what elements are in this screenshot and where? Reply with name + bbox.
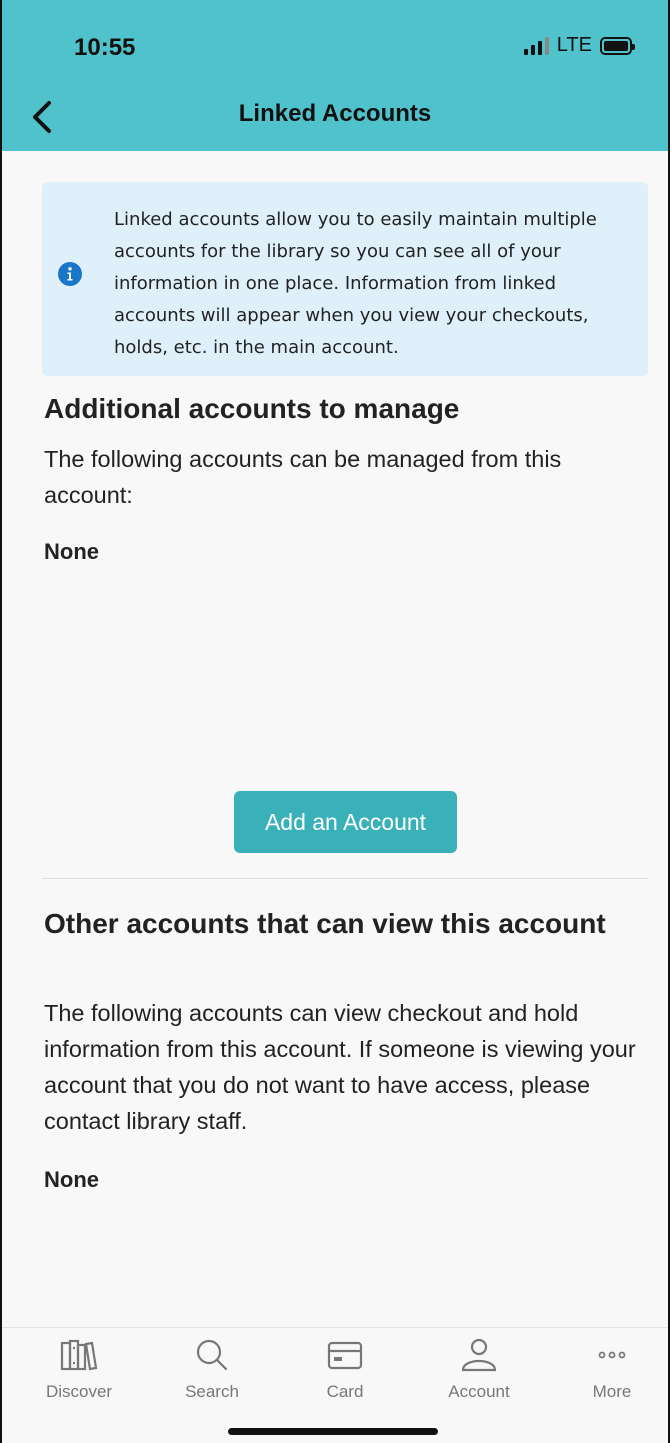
books-icon — [60, 1339, 98, 1371]
status-icons: LTE — [523, 34, 635, 57]
header-bar: 10:55 LTE Linked Accounts — [2, 0, 668, 151]
tab-label-account: Account — [448, 1382, 510, 1401]
tab-label-card: Card — [326, 1382, 364, 1401]
home-indicator — [228, 1428, 438, 1435]
signal-icon — [523, 36, 549, 55]
tab-more[interactable]: More — [557, 1338, 667, 1402]
app-screen: 10:55 LTE Linked Accounts Linked account… — [0, 0, 670, 1443]
search-icon — [196, 1339, 228, 1371]
page-title: Linked Accounts — [238, 100, 432, 127]
info-box: Linked accounts allow you to easily main… — [42, 182, 648, 376]
info-text: Linked accounts allow you to easily main… — [114, 209, 597, 358]
tab-search[interactable]: Search — [157, 1338, 267, 1402]
user-icon — [461, 1338, 497, 1372]
add-account-button[interactable]: Add an Account — [234, 791, 457, 853]
status-time: 10:55 — [74, 34, 136, 61]
divider — [42, 878, 648, 879]
tab-label-search: Search — [185, 1382, 239, 1401]
tab-discover[interactable]: Discover — [24, 1338, 134, 1402]
viewers-section-title: Other accounts that can view this accoun… — [44, 908, 606, 939]
viewers-empty-label: None — [44, 1167, 99, 1192]
card-icon — [327, 1341, 363, 1370]
info-icon — [58, 262, 82, 286]
viewers-section-description: The following accounts can view checkout… — [44, 1000, 636, 1134]
tab-card[interactable]: Card — [290, 1338, 400, 1402]
more-icon — [598, 1351, 626, 1359]
battery-icon — [600, 36, 635, 55]
tab-label-discover: Discover — [45, 1382, 113, 1401]
tab-label-more: More — [592, 1382, 632, 1401]
network-label: LTE — [556, 34, 592, 56]
manage-empty-label: None — [44, 539, 99, 564]
tab-account[interactable]: Account — [424, 1338, 534, 1402]
manage-section-title: Additional accounts to manage — [44, 393, 460, 424]
manage-section-description: The following accounts can be managed fr… — [44, 446, 562, 508]
tab-bar: Discover Search Card Account More — [2, 1327, 668, 1443]
